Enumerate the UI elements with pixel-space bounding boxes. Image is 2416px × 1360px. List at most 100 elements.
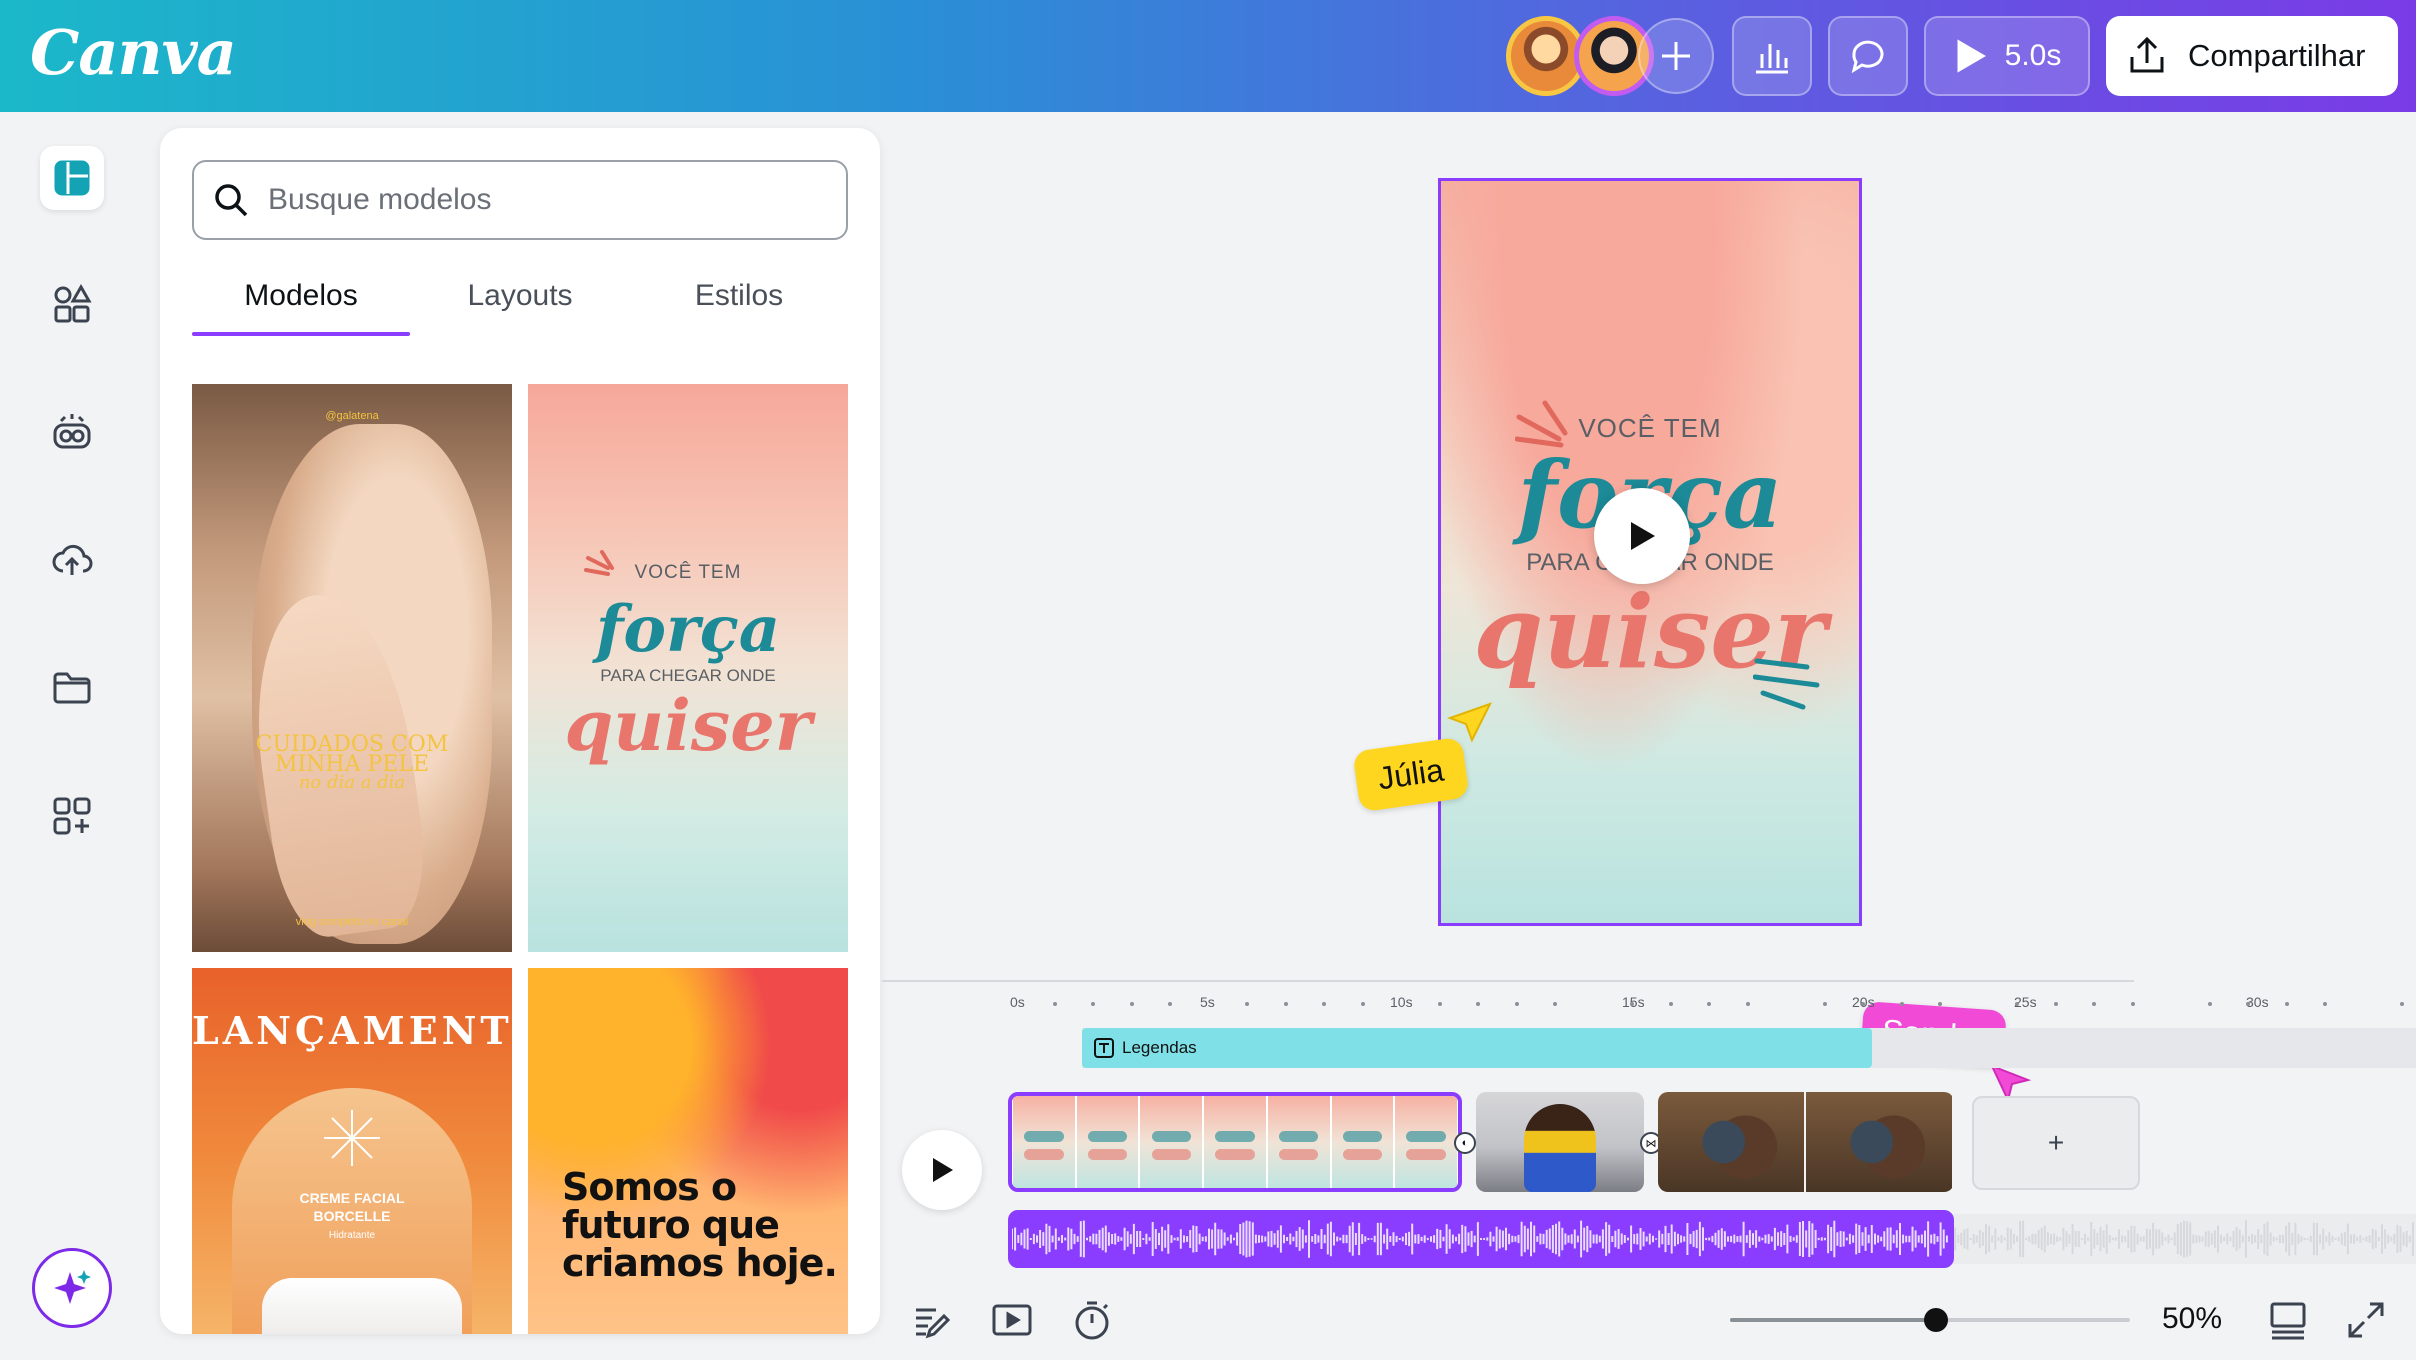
clip-frame: [1204, 1096, 1266, 1188]
upload-icon: [52, 544, 93, 575]
ruler-label-0s: 0s: [1010, 994, 1025, 1010]
bar-chart-icon: [1756, 44, 1788, 74]
play-icon: [1957, 39, 1986, 73]
audio-clip[interactable]: [1008, 1210, 1954, 1268]
captions-label: Legendas: [1122, 1038, 1197, 1057]
timer-button[interactable]: [1068, 1296, 1116, 1344]
ruler-tick: [1861, 1002, 1865, 1006]
clip-frame: [1013, 1096, 1075, 1188]
panel-tabs: Modelos Layouts Estilos: [192, 276, 848, 336]
clip-desk-topview[interactable]: [1658, 1092, 1954, 1192]
transition-icon[interactable]: ◐: [1454, 1132, 1476, 1154]
play-duration: 5.0s: [2004, 39, 2062, 72]
zoom-handle[interactable]: [1924, 1308, 1948, 1332]
comment-icon: [1851, 40, 1884, 74]
search-box[interactable]: [192, 160, 848, 240]
audio-waveform-faded: [1951, 1220, 2414, 1258]
insights-button[interactable]: [1732, 16, 1812, 96]
rail-uploads-button[interactable]: [40, 528, 104, 592]
tab-estilos[interactable]: Estilos: [630, 276, 848, 336]
timeline-play-button[interactable]: [902, 1130, 982, 1210]
canva-logo[interactable]: Canva: [30, 16, 237, 89]
ruler-tick: [2207, 1002, 2212, 1006]
ruler-tick: [1437, 1002, 1442, 1006]
magic-assistant-button[interactable]: [32, 1248, 112, 1328]
template-future[interactable]: Somos o futuro que criamos hoje.: [528, 968, 848, 1334]
ruler-tick: [2053, 1002, 2058, 1006]
product-name-line1: CREME FACIAL: [299, 1190, 405, 1206]
future-text: Somos o futuro que criamos hoje.: [562, 1165, 838, 1285]
ruler-tick: [2400, 1002, 2404, 1006]
folder-icon: [53, 672, 91, 704]
rail-apps-button[interactable]: [40, 784, 104, 848]
quote-line4: quiser: [564, 684, 812, 767]
template-launch[interactable]: LANÇAMENTO CREME FACIAL BORCELLE Hidrata…: [192, 968, 512, 1334]
ruler-tick: [1899, 1002, 1904, 1006]
ruler-tick: [1129, 1002, 1134, 1006]
tab-modelos[interactable]: Modelos: [192, 276, 410, 336]
sparkle-icon: [54, 1270, 91, 1304]
clip-frame: [1658, 1092, 1804, 1192]
design-icon: [54, 160, 90, 196]
tab-layouts[interactable]: Layouts: [411, 276, 629, 336]
notes-button[interactable]: [908, 1296, 956, 1344]
template-quote[interactable]: VOCÊ TEM força PARA CHEGAR ONDE quiser: [528, 384, 848, 952]
ruler-tick: [2246, 1002, 2250, 1006]
rail-design-button[interactable]: [40, 146, 104, 210]
share-button[interactable]: Compartilhar: [2106, 16, 2398, 96]
accent-strokes-top: [1515, 400, 1568, 448]
ruler-tick: [2323, 1002, 2327, 1006]
grid-view-icon: [2270, 1302, 2306, 1340]
play-icon: [1631, 522, 1655, 550]
ruler-tick: [1360, 1002, 1365, 1006]
elements-icon: [54, 283, 92, 323]
zoom-level[interactable]: 50%: [2162, 1302, 2222, 1336]
text-icon: [1094, 1038, 1114, 1058]
ruler-tick: [2284, 1002, 2289, 1006]
clip-person-laptop[interactable]: [1476, 1092, 1644, 1192]
present-button[interactable]: [988, 1296, 1036, 1344]
rail-brand-button[interactable]: [40, 400, 104, 464]
ruler-tick: [1091, 1002, 1095, 1006]
captions-clip[interactable]: Legendas: [1082, 1028, 1872, 1068]
person-photo: [1524, 1104, 1596, 1192]
ruler-tick: [1245, 1002, 1249, 1006]
add-collaborator-button[interactable]: [1638, 18, 1714, 94]
ruler-tick: [1822, 1002, 1827, 1006]
search-input[interactable]: [268, 183, 828, 217]
present-icon: [992, 1304, 1032, 1336]
brand-icon: [53, 414, 91, 449]
ruler-tick: [1668, 1002, 1673, 1006]
design-line1[interactable]: VOCÊ TEM: [1441, 413, 1859, 444]
ruler-tick: [1283, 1002, 1288, 1006]
play-preview-button[interactable]: 5.0s: [1924, 16, 2090, 96]
pages-view-button[interactable]: [2264, 1296, 2312, 1344]
timeline-divider: [882, 980, 2134, 982]
rail-elements-button[interactable]: [40, 272, 104, 336]
comments-button[interactable]: [1828, 16, 1908, 96]
ruler-tick: [1322, 1002, 1326, 1006]
accent-strokes: [584, 550, 614, 576]
quote-line2: força: [595, 592, 781, 667]
product-name-line2: BORCELLE: [313, 1208, 391, 1224]
clip-frame: [1331, 1096, 1394, 1188]
quote-line1: VOCÊ TEM: [634, 562, 742, 583]
rail-projects-button[interactable]: [40, 656, 104, 720]
ruler-label-5s: 5s: [1200, 994, 1215, 1010]
add-clip-button[interactable]: +: [1972, 1096, 2140, 1190]
clip-quote[interactable]: [1008, 1092, 1462, 1192]
notes-icon: [916, 1308, 951, 1339]
search-icon: [215, 184, 248, 217]
ruler-tick: [1476, 1002, 1480, 1006]
cream-jar: [262, 1278, 462, 1334]
design-play-button[interactable]: [1594, 488, 1690, 584]
product-type: Hidratante: [328, 1230, 376, 1241]
template-skincare[interactable]: @galatena CUIDADOS COM MINHA PELE no dia…: [192, 384, 512, 952]
ruler-tick: [1745, 1002, 1750, 1006]
ruler-tick: [1052, 1002, 1057, 1006]
quote-line3: PARA CHEGAR ONDE: [600, 666, 776, 685]
fullscreen-button[interactable]: [2342, 1296, 2390, 1344]
accent-strokes-bottom: [1753, 658, 1820, 710]
ruler-tick: [1553, 1002, 1557, 1006]
clip-frame: [1140, 1096, 1203, 1188]
